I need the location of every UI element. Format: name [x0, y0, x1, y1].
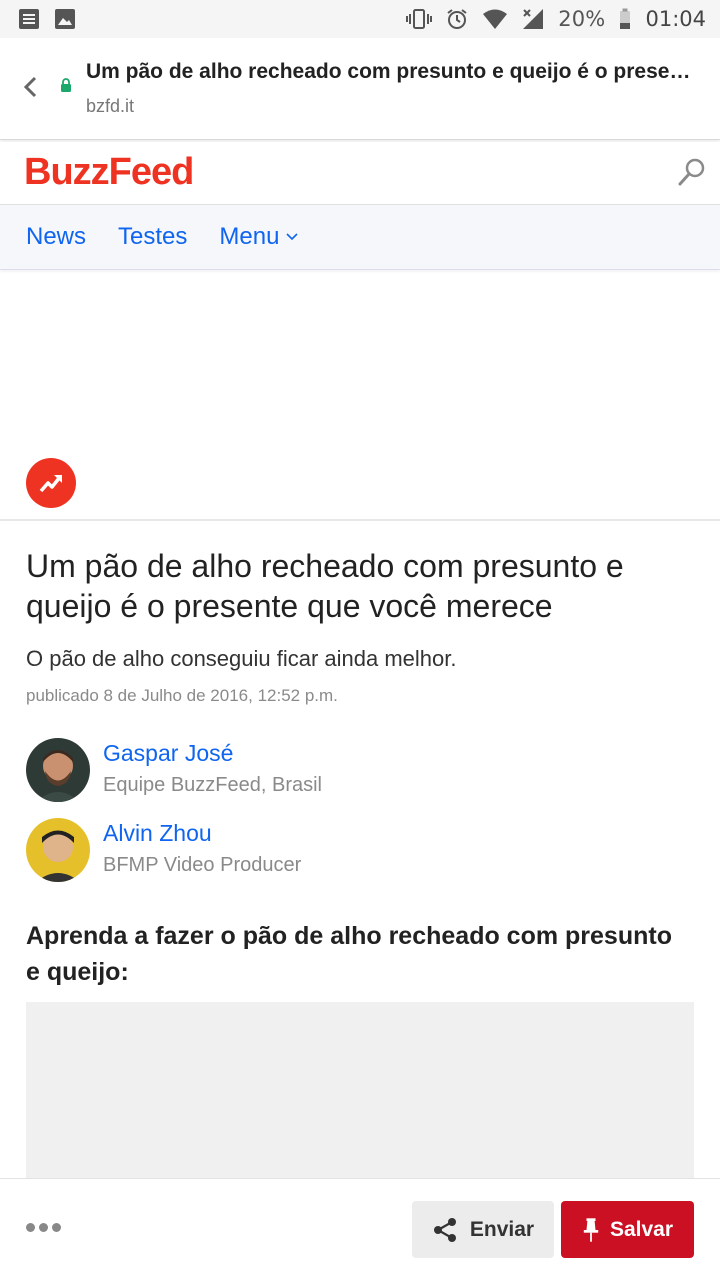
author-role: Equipe BuzzFeed, Brasil	[103, 774, 323, 796]
author-name[interactable]: Gaspar José	[103, 740, 233, 767]
video-placeholder[interactable]	[26, 1002, 694, 1178]
dot-icon	[39, 1223, 48, 1232]
more-options-button[interactable]	[26, 1223, 66, 1235]
avatar[interactable]	[26, 738, 90, 802]
share-button[interactable]: Enviar	[412, 1201, 554, 1258]
battery-icon	[620, 8, 631, 29]
author-name[interactable]: Alvin Zhou	[103, 820, 212, 847]
wifi-icon	[483, 9, 508, 29]
tab-url[interactable]: bzfd.it	[86, 96, 134, 117]
notes-icon	[19, 9, 39, 29]
author-byline[interactable]: Gaspar José Equipe BuzzFeed, Brasil	[26, 738, 686, 802]
article-headline: Um pão de alho recheado com presunto e q…	[26, 548, 624, 624]
search-icon[interactable]	[676, 156, 708, 188]
article-dek: O pão de alho conseguiu ficar ainda melh…	[26, 646, 457, 671]
pin-icon	[583, 1217, 599, 1242]
back-arrow-icon[interactable]	[18, 74, 44, 100]
custom-tab-header: Um pão de alho recheado com presunto e q…	[0, 38, 720, 140]
alarm-icon	[447, 9, 467, 29]
avatar[interactable]	[26, 818, 90, 882]
share-label: Enviar	[469, 1217, 535, 1241]
nav-item-menu[interactable]: Menu	[219, 223, 299, 251]
publish-date: publicado 8 de Julho de 2016, 12:52 p.m.	[26, 686, 338, 705]
author-byline[interactable]: Alvin Zhou BFMP Video Producer	[26, 818, 686, 882]
nav-item-label: Menu	[219, 223, 280, 250]
site-header: BuzzFeed	[0, 142, 720, 205]
lock-icon	[61, 78, 71, 92]
nav-item-label: Testes	[118, 223, 188, 250]
save-button[interactable]: Salvar	[561, 1201, 694, 1258]
primary-nav: News Testes Menu	[0, 205, 720, 270]
dot-icon	[26, 1223, 35, 1232]
dot-icon	[52, 1223, 61, 1232]
bottom-action-bar: Enviar Salvar	[0, 1178, 720, 1280]
battery-percent: 20%	[558, 7, 606, 31]
tab-title: Um pão de alho recheado com presunto e q…	[86, 60, 692, 83]
author-role: BFMP Video Producer	[103, 854, 302, 876]
save-label: Salvar	[609, 1217, 674, 1241]
nav-item-testes[interactable]: Testes	[118, 223, 187, 251]
chevron-down-icon	[286, 233, 299, 241]
image-icon	[55, 9, 75, 29]
share-icon	[433, 1217, 456, 1242]
section-subhead: Aprenda a fazer o pão de alho recheado c…	[26, 922, 672, 986]
trending-arrow-icon	[39, 475, 62, 493]
trending-badge[interactable]	[26, 458, 76, 508]
vibrate-icon	[406, 9, 433, 29]
clock: 01:04	[645, 7, 706, 31]
cell-signal-icon	[523, 9, 544, 29]
status-bar: 20% 01:04	[0, 0, 720, 38]
nav-item-label: News	[26, 223, 87, 250]
buzzfeed-logo[interactable]: BuzzFeed	[24, 151, 194, 194]
nav-item-news[interactable]: News	[26, 223, 86, 251]
divider	[0, 519, 720, 521]
